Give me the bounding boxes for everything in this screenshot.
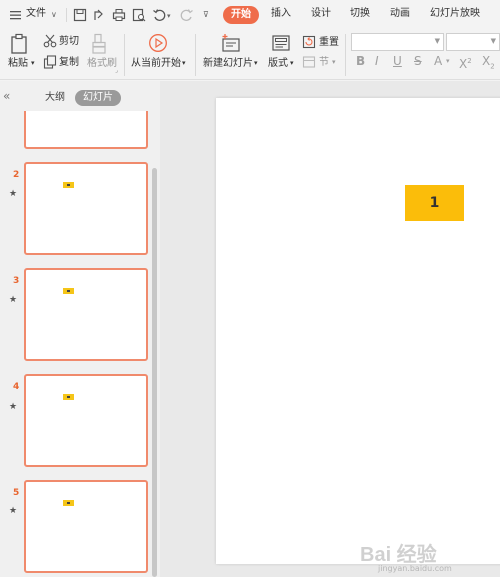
copy-icon[interactable] bbox=[43, 55, 57, 69]
new-slide-icon[interactable] bbox=[221, 33, 241, 53]
font-size-select[interactable]: ▼ bbox=[446, 33, 500, 51]
slide-thumbnail-5[interactable] bbox=[24, 480, 148, 573]
export-icon[interactable] bbox=[92, 8, 106, 22]
italic-icon[interactable]: I bbox=[375, 54, 379, 68]
tab-design[interactable]: 设计 bbox=[311, 7, 331, 21]
print-icon[interactable] bbox=[112, 8, 126, 22]
chevron-down-icon: ▼ bbox=[434, 37, 440, 45]
current-slide-canvas[interactable]: 1 bbox=[216, 98, 500, 564]
new-slide-button[interactable]: 新建幻灯片 bbox=[203, 57, 253, 70]
pane-tabs: « 大纲 幻灯片 bbox=[0, 81, 160, 111]
slide-thumbnail-4[interactable] bbox=[24, 374, 148, 467]
divider bbox=[124, 34, 125, 76]
strikethrough-icon[interactable]: S bbox=[414, 54, 422, 68]
number-box-shape bbox=[63, 500, 74, 506]
font-color-dropdown-icon[interactable]: ▾ bbox=[446, 54, 450, 68]
quick-access-more-icon[interactable]: ⊽ bbox=[203, 8, 209, 22]
layout-icon[interactable] bbox=[272, 35, 290, 51]
format-painter-button[interactable]: 格式刷 bbox=[87, 57, 117, 70]
number-box[interactable]: 1 bbox=[405, 185, 464, 221]
paste-dropdown-icon[interactable]: ▾ bbox=[31, 57, 35, 70]
animation-star-icon: ★ bbox=[9, 189, 18, 199]
slide-number: 4 bbox=[13, 382, 20, 392]
paste-button[interactable]: 粘贴 bbox=[8, 57, 28, 70]
print-preview-icon[interactable] bbox=[132, 8, 146, 22]
menu-bar: 文件 ∨ ▾ ⊽ 开始 插入 设计 切换 动画 幻灯片放映 bbox=[0, 0, 500, 30]
slide-thumbnail-3[interactable] bbox=[24, 268, 148, 361]
undo-dropdown-icon[interactable]: ▾ bbox=[167, 9, 171, 23]
slide-number: 5 bbox=[13, 488, 20, 498]
section-button[interactable]: 节 bbox=[319, 56, 329, 69]
tab-insert[interactable]: 插入 bbox=[271, 7, 291, 21]
tab-transitions[interactable]: 切换 bbox=[350, 7, 370, 21]
section-dropdown-icon[interactable]: ▾ bbox=[332, 56, 336, 69]
clipboard-launcher-icon[interactable]: ⌟ bbox=[115, 64, 118, 77]
slide-pane-scrollbar[interactable] bbox=[152, 168, 157, 577]
format-painter-icon[interactable] bbox=[91, 33, 109, 55]
animation-star-icon: ★ bbox=[9, 402, 18, 412]
chevron-down-icon[interactable]: ∨ bbox=[51, 8, 57, 22]
animation-star-icon: ★ bbox=[9, 295, 18, 305]
tab-slideshow[interactable]: 幻灯片放映 bbox=[430, 7, 480, 21]
hamburger-menu-icon[interactable] bbox=[9, 8, 23, 22]
underline-icon[interactable]: U bbox=[393, 54, 402, 68]
collapse-pane-icon[interactable]: « bbox=[3, 89, 10, 103]
file-menu[interactable]: 文件 bbox=[26, 7, 46, 21]
slide-number: 2 bbox=[13, 170, 20, 180]
reset-button[interactable]: 重置 bbox=[319, 36, 339, 49]
font-family-select[interactable]: ▼ bbox=[351, 33, 444, 51]
slide-editor-area: 1 bbox=[160, 81, 500, 577]
subscript-icon[interactable]: X2 bbox=[482, 54, 495, 73]
new-slide-dropdown-icon[interactable]: ▾ bbox=[254, 57, 258, 70]
number-box-shape bbox=[63, 394, 74, 400]
animation-star-icon: ★ bbox=[9, 506, 18, 516]
divider bbox=[345, 34, 346, 76]
layout-dropdown-icon[interactable]: ▾ bbox=[290, 57, 294, 70]
ribbon-toolbar: 粘贴 ▾ 剪切 复制 格式刷 ⌟ 从当前开始 ▾ 新建幻灯片 ▾ 版式 ▾ 重置… bbox=[0, 30, 500, 80]
slide-thumbnail-2[interactable] bbox=[24, 162, 148, 255]
section-icon[interactable] bbox=[302, 55, 316, 69]
undo-icon[interactable] bbox=[152, 8, 166, 22]
divider bbox=[195, 34, 196, 76]
bold-icon[interactable]: B bbox=[356, 54, 365, 68]
scissors-icon[interactable] bbox=[43, 34, 57, 48]
chevron-down-icon: ▼ bbox=[490, 37, 496, 45]
redo-icon[interactable] bbox=[180, 8, 194, 22]
tab-outline[interactable]: 大纲 bbox=[45, 91, 65, 105]
superscript-icon[interactable]: X2 bbox=[459, 54, 472, 71]
cut-button[interactable]: 剪切 bbox=[59, 35, 79, 48]
slide-thumbnail-list[interactable]: 2 ★ 3 ★ 4 ★ 5 ★ bbox=[0, 111, 150, 577]
play-dropdown-icon[interactable]: ▾ bbox=[182, 57, 186, 70]
tab-slides[interactable]: 幻灯片 bbox=[75, 90, 121, 106]
reset-icon[interactable] bbox=[302, 35, 316, 49]
font-color-icon[interactable]: A bbox=[434, 54, 442, 68]
play-from-current-button[interactable]: 从当前开始 bbox=[131, 57, 181, 70]
number-box-shape bbox=[63, 182, 74, 188]
save-icon[interactable] bbox=[73, 8, 87, 22]
slide-pane: « 大纲 幻灯片 2 ★ 3 ★ 4 ★ 5 ★ bbox=[0, 81, 160, 577]
number-box-shape bbox=[63, 288, 74, 294]
slide-number: 3 bbox=[13, 276, 20, 286]
paste-icon[interactable] bbox=[10, 33, 30, 55]
copy-button[interactable]: 复制 bbox=[59, 56, 79, 69]
divider bbox=[66, 8, 67, 22]
tab-animations[interactable]: 动画 bbox=[390, 7, 410, 21]
tab-home[interactable]: 开始 bbox=[223, 6, 259, 24]
layout-button[interactable]: 版式 bbox=[268, 57, 288, 70]
play-icon[interactable] bbox=[148, 33, 168, 53]
slide-thumbnail-1[interactable] bbox=[24, 111, 148, 149]
